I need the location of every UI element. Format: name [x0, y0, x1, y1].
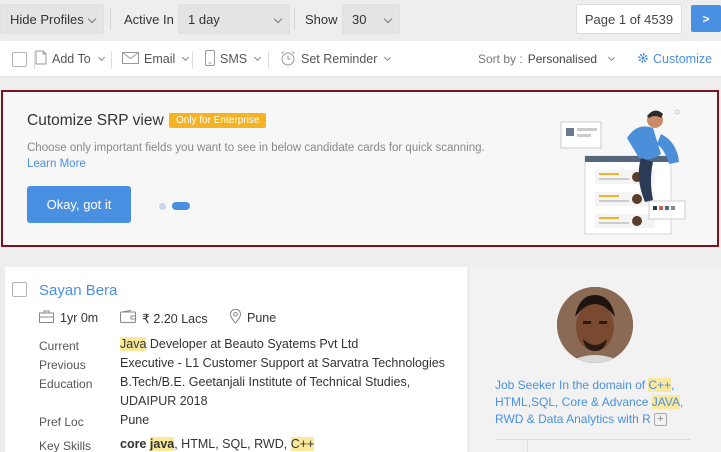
location-meta: Pune: [229, 308, 277, 327]
sms-label: SMS: [220, 52, 248, 66]
show-count-dropdown[interactable]: 30: [342, 4, 400, 34]
chevron-down-icon: [254, 53, 262, 61]
location-pin-icon: [229, 308, 242, 327]
candidate-headline: Job Seeker In the domain of C++, HTML,SQL…: [495, 377, 685, 428]
add-to-button[interactable]: Add To: [35, 41, 105, 77]
divider: [110, 8, 111, 30]
divider: [111, 51, 112, 69]
sort-by-value: Personalised: [527, 52, 598, 66]
education-value: B.Tech/B.E. Geetanjali Institute of Tech…: [120, 373, 410, 411]
candidate-name-link[interactable]: Sayan Bera: [39, 282, 117, 299]
salary-value: ₹ 2.20 Lacs: [142, 311, 208, 326]
banner-title: Cutomize SRP view: [27, 112, 164, 129]
pref-loc-value: Pune: [120, 413, 150, 427]
education-label: Education: [39, 377, 93, 391]
add-to-label: Add To: [52, 52, 91, 66]
current-value: Java Developer at Beauto Syatems Pvt Ltd: [120, 335, 358, 354]
pref-loc-label: Pref Loc: [39, 415, 84, 429]
avatar[interactable]: [557, 287, 633, 363]
chevron-down-icon: [608, 53, 616, 61]
okay-got-it-button[interactable]: Okay, got it: [27, 186, 131, 223]
divider: [495, 439, 690, 440]
chevron-down-icon: [97, 53, 105, 61]
email-icon: [122, 51, 139, 67]
candidate-checkbox[interactable]: [12, 282, 27, 297]
previous-label: Previous: [39, 358, 86, 372]
keyword-highlight: java: [149, 437, 175, 451]
active-in-label: Active In: [124, 11, 174, 27]
enterprise-badge: Only for Enterprise: [169, 113, 267, 128]
customize-illustration-icon: [560, 109, 686, 235]
set-reminder-label: Set Reminder: [301, 52, 378, 66]
sms-button[interactable]: SMS: [205, 41, 262, 77]
chevron-down-icon: [273, 14, 283, 24]
next-page-button[interactable]: >: [691, 5, 721, 32]
experience-value: 1yr 0m: [60, 311, 99, 325]
chevron-down-icon: [384, 53, 392, 61]
headline-text: ,: [671, 378, 675, 392]
divider: [192, 51, 193, 69]
page-info: Page 1 of 4539: [576, 4, 682, 34]
keyword-highlight: JAVA: [651, 395, 680, 409]
gear-icon: [637, 52, 649, 67]
active-in-dropdown[interactable]: 1 day: [178, 4, 290, 34]
filter-bar: Hide Profiles Active In 1 day Show 30 Pa…: [0, 0, 721, 38]
select-all-checkbox[interactable]: [12, 52, 27, 67]
experience-meta: 1yr 0m: [39, 309, 98, 327]
chevron-down-icon: [182, 53, 190, 61]
keyword-highlight: Java: [120, 337, 147, 351]
key-skills-label: Key Skills: [39, 439, 92, 452]
set-reminder-button[interactable]: Set Reminder: [280, 41, 392, 77]
customize-label: Customize: [653, 52, 713, 66]
wallet-icon: [120, 310, 136, 326]
customize-button[interactable]: Customize: [637, 41, 712, 77]
email-button[interactable]: Email: [122, 41, 190, 77]
expand-headline-button[interactable]: +: [653, 413, 667, 427]
briefcase-icon: [39, 310, 54, 326]
current-text: Developer at Beauto Syatems Pvt Ltd: [146, 337, 359, 351]
candidate-side-panel: Job Seeker In the domain of C++, HTML,SQL…: [470, 267, 721, 452]
sort-by-label: Sort by :: [478, 52, 523, 66]
chevron-down-icon: [383, 14, 393, 24]
document-icon: [35, 50, 47, 68]
location-value: Pune: [247, 311, 277, 325]
banner-description: Choose only important fields you want to…: [27, 142, 485, 154]
action-bar: Add To Email SMS Set Reminder Sort by : …: [0, 41, 721, 77]
keyword-highlight: C++: [648, 378, 672, 392]
headline-text: HTML,SQL, Core & Advance: [495, 395, 652, 409]
customize-srp-banner: Cutomize SRP view Only for Enterprise Ch…: [1, 90, 719, 247]
divider: [268, 51, 269, 69]
show-label: Show: [305, 11, 338, 27]
active-in-value: 1 day: [188, 11, 220, 27]
chevron-down-icon: [87, 14, 97, 24]
candidate-card: Sayan Bera 1yr 0m ₹ 2.20 Lacs Pune Curre…: [5, 267, 467, 452]
education-line-1: B.Tech/B.E. Geetanjali Institute of Tech…: [120, 375, 411, 389]
learn-more-link[interactable]: Learn More: [27, 158, 86, 170]
divider: [294, 8, 295, 30]
divider: [527, 439, 528, 452]
hide-profiles-label: Hide Profiles: [10, 11, 84, 27]
skill-core: core: [120, 437, 150, 451]
skills-text: , HTML, SQL, RWD,: [174, 437, 291, 451]
current-label: Current: [39, 339, 80, 353]
alarm-clock-icon: [280, 50, 296, 69]
headline-text: Job Seeker In the domain of: [495, 378, 649, 392]
keyword-highlight: C++: [290, 437, 315, 451]
mobile-icon: [205, 49, 215, 69]
carousel-dot-active[interactable]: [172, 202, 190, 210]
salary-meta: ₹ 2.20 Lacs: [120, 309, 208, 327]
headline-text: ,: [679, 395, 684, 409]
headline-text: RWD & Data Analytics with R: [495, 412, 651, 426]
profile-photo-icon: [557, 287, 633, 363]
sort-by-dropdown[interactable]: Sort by : Personalised: [478, 41, 616, 77]
email-label: Email: [144, 52, 176, 66]
education-line-2: UDAIPUR 2018: [120, 394, 208, 408]
previous-value: Executive - L1 Customer Support at Sarva…: [120, 356, 445, 370]
hide-profiles-dropdown[interactable]: Hide Profiles: [0, 4, 104, 34]
show-count-value: 30: [352, 11, 367, 27]
key-skills-value: core java, HTML, SQL, RWD, C++: [120, 435, 315, 452]
carousel-dot[interactable]: [159, 203, 166, 210]
